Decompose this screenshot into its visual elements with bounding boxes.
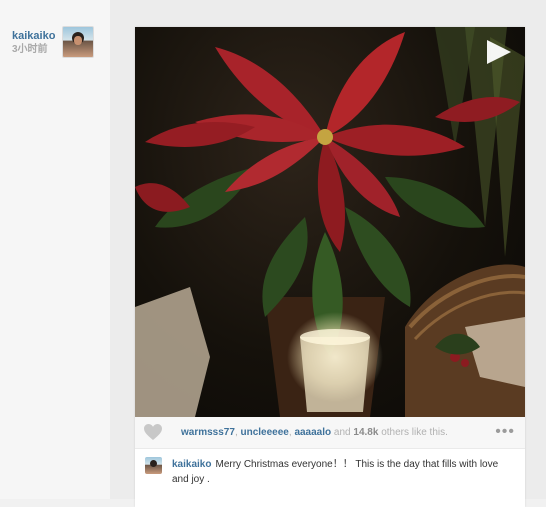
post-timestamp: 3小时前	[12, 44, 48, 55]
post-actions: warmsss77, uncleeeee, aaaaalo and 14.8k …	[135, 417, 525, 449]
poinsettia-photo	[135, 27, 525, 417]
likes-and-text: and	[333, 427, 351, 438]
likes-summary: warmsss77, uncleeeee, aaaaalo and 14.8k …	[181, 427, 448, 439]
post-photo[interactable]	[135, 27, 525, 417]
more-options-button[interactable]: •••	[495, 424, 515, 440]
liker-username[interactable]: uncleeeee	[241, 427, 289, 438]
likes-suffix: others like this.	[381, 427, 448, 438]
comment-username[interactable]: kaikaiko	[172, 459, 211, 470]
comment-item: kaikaiko Merry Christmas everyone！！ This …	[135, 449, 525, 507]
comment-body: kaikaiko Merry Christmas everyone！！ This …	[172, 457, 517, 487]
post-card: warmsss77, uncleeeee, aaaaalo and 14.8k …	[135, 27, 525, 507]
comment-avatar[interactable]	[145, 457, 162, 474]
liker-username[interactable]: aaaaalo	[294, 427, 331, 438]
avatar-face	[74, 36, 82, 45]
heart-icon[interactable]	[143, 423, 163, 441]
liker-username[interactable]: warmsss77	[181, 427, 235, 438]
author-avatar[interactable]	[62, 26, 94, 58]
likes-count[interactable]: 14.8k	[353, 427, 378, 438]
avatar-hair	[150, 460, 157, 467]
author-username[interactable]: kaikaiko	[12, 30, 55, 42]
play-icon[interactable]	[487, 40, 511, 64]
comment-text: Merry Christmas everyone！！ This is the d…	[172, 459, 499, 485]
left-rail	[0, 0, 111, 499]
